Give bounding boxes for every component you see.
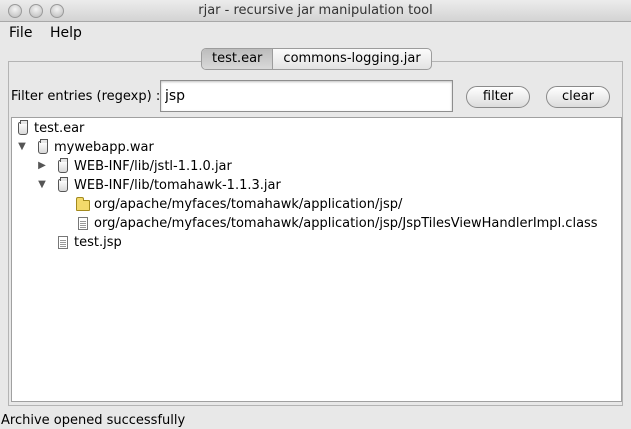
collapsed-triangle-icon[interactable]: ▶ xyxy=(36,160,48,172)
tree-node-label: WEB-INF/lib/tomahawk-1.1.3.jar xyxy=(74,178,281,193)
window-title: rjar - recursive jar manipulation tool xyxy=(198,3,433,18)
entries-tree[interactable]: test.ear ▼ mywebapp.war ▶ WEB-INF/lib/js… xyxy=(11,117,622,402)
expanded-triangle-icon[interactable]: ▼ xyxy=(36,179,48,191)
menu-help[interactable]: Help xyxy=(50,25,82,41)
status-bar-text: Archive opened successfully xyxy=(1,413,186,428)
jar-icon xyxy=(58,177,68,192)
tab-test-ear[interactable]: test.ear xyxy=(202,49,274,69)
archive-tabs: test.ear commons-logging.jar xyxy=(201,48,432,70)
tree-node-label: test.jsp xyxy=(74,235,122,250)
jar-icon xyxy=(18,120,28,135)
filter-button[interactable]: filter xyxy=(466,86,530,108)
jar-icon xyxy=(38,139,48,154)
file-icon xyxy=(78,217,88,230)
tab-commons-logging-jar[interactable]: commons-logging.jar xyxy=(273,49,430,69)
filter-label: Filter entries (regexp) : xyxy=(11,89,161,104)
filter-input[interactable] xyxy=(160,80,453,112)
tree-node-label: WEB-INF/lib/jstl-1.1.0.jar xyxy=(74,159,232,174)
clear-button[interactable]: clear xyxy=(546,86,610,108)
menu-bar: File Help xyxy=(0,22,631,44)
menu-file[interactable]: File xyxy=(9,25,32,41)
expanded-triangle-icon[interactable]: ▼ xyxy=(16,141,28,153)
tree-node-label: org/apache/myfaces/tomahawk/application/… xyxy=(94,216,598,231)
tree-node-label: test.ear xyxy=(34,121,85,136)
tree-node-label: mywebapp.war xyxy=(54,140,154,155)
file-icon xyxy=(58,236,68,249)
jar-icon xyxy=(58,158,68,173)
title-bar: rjar - recursive jar manipulation tool xyxy=(0,0,631,22)
tree-node-label: org/apache/myfaces/tomahawk/application/… xyxy=(94,197,403,212)
folder-icon xyxy=(76,197,90,211)
